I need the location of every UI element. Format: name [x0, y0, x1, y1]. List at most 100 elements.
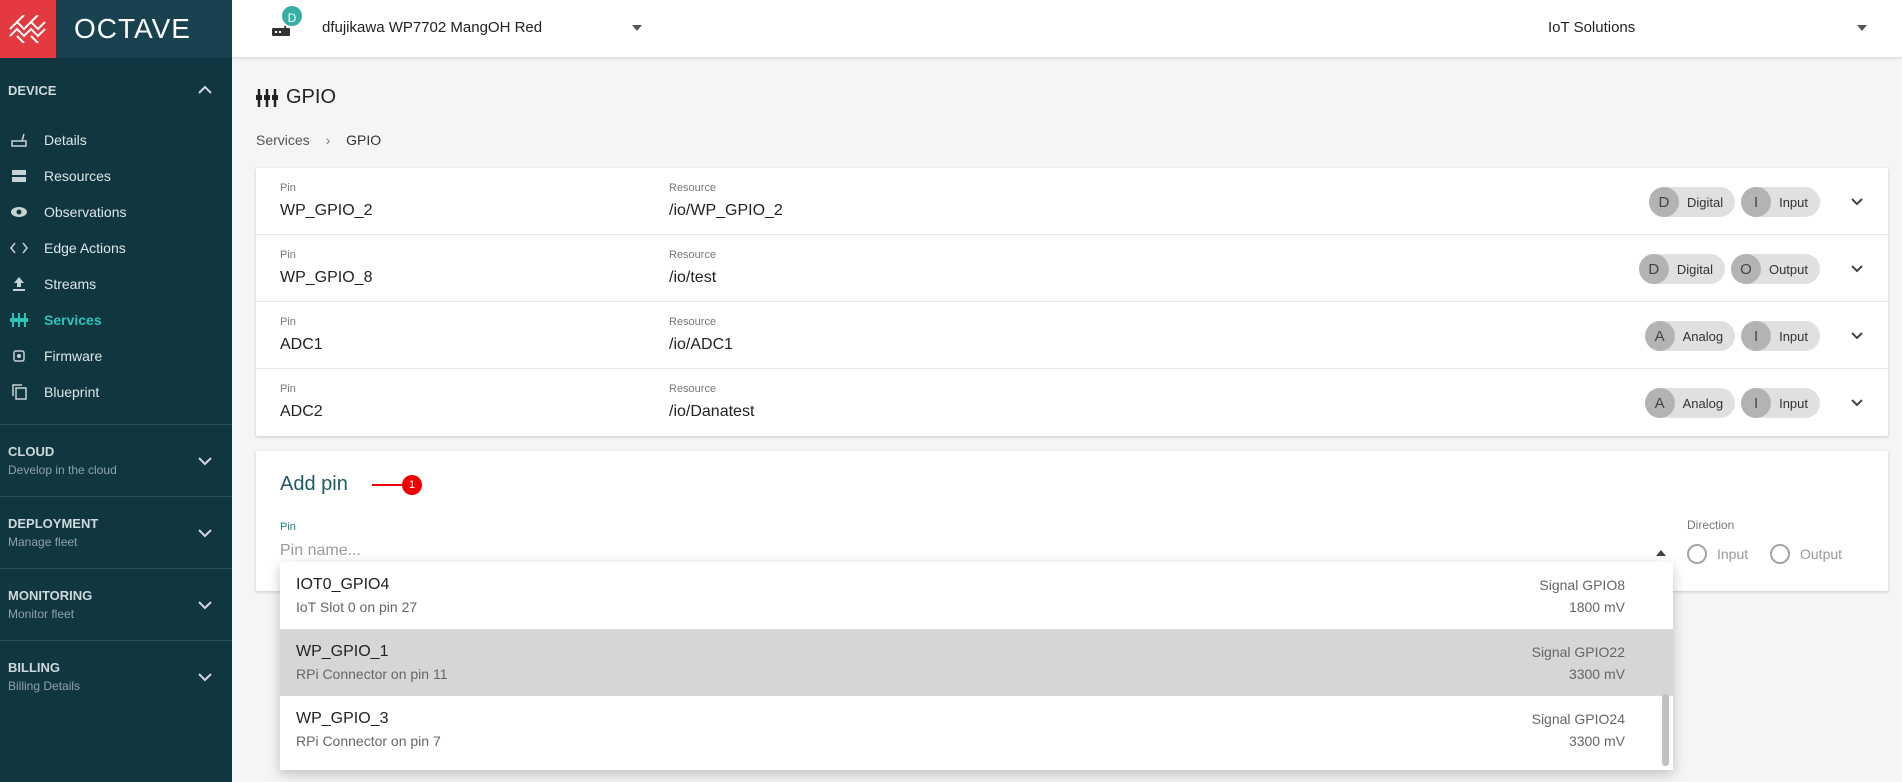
direction-chip: I Input: [1741, 388, 1820, 418]
pin-value: WP_GPIO_8: [280, 269, 373, 286]
direction-radio-output[interactable]: Output: [1770, 544, 1842, 564]
logo-bar[interactable]: OCTAVE: [0, 0, 232, 58]
sidebar-item-label: Resources: [44, 168, 111, 184]
sidebar-group-monitoring[interactable]: MONITORING Monitor fleet: [0, 568, 232, 640]
sidebar-item-label: Firmware: [44, 348, 103, 364]
pin-chips: A Analog I Input: [1644, 388, 1820, 418]
breadcrumb-link-services[interactable]: Services: [256, 132, 310, 148]
direction-label: Direction: [1687, 518, 1735, 532]
radio-label: Output: [1800, 546, 1843, 562]
chip-label: Input: [1779, 328, 1808, 344]
group-title: BILLING: [8, 660, 60, 675]
chip-label: Digital: [1686, 194, 1724, 210]
option-signal: Signal GPIO24: [1531, 711, 1625, 727]
sidebar-item-details[interactable]: Details: [0, 122, 232, 158]
chevron-down-icon: [198, 669, 212, 685]
expand-chevron-icon[interactable]: [1848, 326, 1866, 344]
group-subtitle: Develop in the cloud: [8, 463, 117, 477]
chip-avatar: I: [1741, 321, 1772, 351]
dropdown-option[interactable]: WP_GPIO_3 RPi Connector on pin 7 Signal …: [280, 696, 1673, 763]
dropdown-scrollbar[interactable]: [1662, 694, 1669, 766]
sidebar-item-label: Services: [44, 312, 102, 328]
sidebar-item-resources[interactable]: Resources: [0, 158, 232, 194]
marker-line: [372, 484, 402, 486]
caret-down-icon[interactable]: [632, 22, 642, 34]
option-voltage: 3300 mV: [1568, 733, 1625, 749]
caret-up-icon[interactable]: [1656, 548, 1666, 559]
option-name: WP_GPIO_1: [296, 643, 389, 660]
dropdown-option[interactable]: IOT0_GPIO4 IoT Slot 0 on pin 27 Signal G…: [280, 562, 1673, 629]
chip-icon: [10, 347, 28, 365]
page-title-text: GPIO: [286, 86, 337, 108]
pin-row[interactable]: Pin ADC2 Resource /io/Danatest A Analog I…: [256, 369, 1888, 436]
group-subtitle: Manage fleet: [8, 535, 78, 549]
pin-chips: D Digital O Output: [1638, 254, 1820, 284]
group-title: CLOUD: [8, 444, 55, 459]
expand-chevron-icon[interactable]: [1848, 393, 1866, 411]
chevron-down-icon: [198, 525, 212, 541]
option-signal: Signal GPIO8: [1539, 577, 1625, 593]
radio-circle: [1770, 544, 1790, 564]
type-chip: A Analog: [1644, 321, 1736, 351]
device-selector[interactable]: dfujikawa WP7702 MangOH Red: [322, 19, 542, 36]
radio-circle: [1687, 544, 1707, 564]
sidebar-item-edge-actions[interactable]: Edge Actions: [0, 230, 232, 266]
pin-value: ADC1: [280, 336, 323, 353]
top-bar: D dfujikawa WP7702 MangOH Red IoT Soluti…: [232, 0, 1902, 58]
group-title: DEPLOYMENT: [8, 516, 99, 531]
chip-label: Analog: [1682, 395, 1724, 411]
upload-icon: [10, 275, 28, 293]
sidebar-group-billing[interactable]: BILLING Billing Details: [0, 640, 232, 712]
sidebar-item-label: Edge Actions: [44, 240, 126, 256]
sidebar-item-streams[interactable]: Streams: [0, 266, 232, 302]
sidebar-item-services[interactable]: Services: [0, 302, 232, 338]
breadcrumb-current: GPIO: [346, 132, 382, 148]
direction-chip: O Output: [1730, 254, 1820, 284]
option-description: RPi Connector on pin 7: [296, 733, 441, 749]
services-sliders-icon: [256, 88, 278, 107]
eye-icon: [10, 203, 28, 221]
router-icon: [10, 131, 28, 149]
pin-label: Pin: [280, 249, 296, 261]
device-section-header[interactable]: DEVICE: [0, 58, 232, 122]
sidebar-item-label: Streams: [44, 276, 97, 292]
resource-label: Resource: [669, 316, 717, 328]
sidebar-item-firmware[interactable]: Firmware: [0, 338, 232, 374]
device-avatar: D: [280, 4, 304, 28]
type-chip: D Digital: [1648, 187, 1736, 217]
sidebar-item-observations[interactable]: Observations: [0, 194, 232, 230]
sidebar-item-label: Observations: [44, 204, 127, 220]
option-description: RPi Connector on pin 11: [296, 666, 448, 682]
chevron-down-icon: [198, 597, 212, 613]
option-name: WP_GPIO_3: [296, 710, 389, 727]
copy-icon: [10, 383, 28, 401]
direction-radio-input[interactable]: Input: [1687, 544, 1748, 564]
expand-chevron-icon[interactable]: [1848, 192, 1866, 210]
chip-avatar: D: [1648, 187, 1679, 217]
pin-value: WP_GPIO_2: [280, 202, 373, 219]
chip-avatar: A: [1644, 388, 1675, 418]
option-voltage: 3300 mV: [1568, 666, 1625, 682]
dropdown-option[interactable]: WP_GPIO_1 RPi Connector on pin 11 Signal…: [280, 629, 1673, 696]
resource-value: /io/test: [669, 269, 717, 286]
sidebar-group-cloud[interactable]: CLOUD Develop in the cloud: [0, 424, 232, 496]
annotation-marker: 1: [372, 475, 422, 495]
expand-chevron-icon[interactable]: [1848, 259, 1866, 277]
pin-label: Pin: [280, 383, 296, 395]
pin-row[interactable]: Pin WP_GPIO_8 Resource /io/test D Digital…: [256, 235, 1888, 302]
chip-label: Analog: [1682, 328, 1724, 344]
server-icon: [10, 167, 28, 185]
sidebar: OCTAVE DEVICE Details Resources Observat…: [0, 0, 232, 782]
device-section-title: DEVICE: [8, 82, 57, 98]
resource-value: /io/Danatest: [669, 403, 755, 420]
caret-down-icon[interactable]: [1857, 22, 1867, 34]
services-sliders-icon: [10, 311, 28, 329]
sidebar-item-blueprint[interactable]: Blueprint: [0, 374, 232, 410]
chip-label: Input: [1779, 194, 1808, 210]
radio-label: Input: [1717, 546, 1749, 562]
sidebar-group-deployment[interactable]: DEPLOYMENT Manage fleet: [0, 496, 232, 568]
pin-row[interactable]: Pin ADC1 Resource /io/ADC1 A Analog I Inpu…: [256, 302, 1888, 369]
company-selector[interactable]: IoT Solutions: [1548, 19, 1635, 36]
pin-row[interactable]: Pin WP_GPIO_2 Resource /io/WP_GPIO_2 D Di…: [256, 168, 1888, 235]
pin-label: Pin: [280, 316, 296, 328]
